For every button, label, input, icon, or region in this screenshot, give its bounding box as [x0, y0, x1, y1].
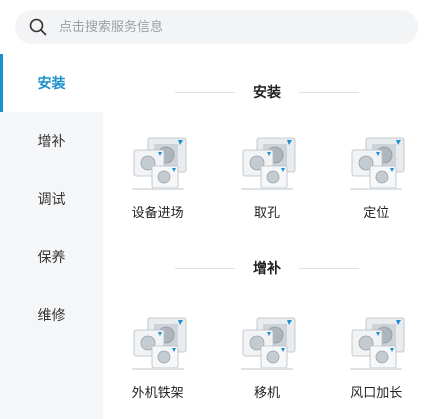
service-grid-install: 设备进场 取孔 定位: [103, 136, 431, 221]
ac-unit-icon: [240, 317, 296, 370]
divider: [299, 91, 359, 93]
ac-unit-icon: [131, 137, 187, 190]
sidebar-item-supplement[interactable]: 增补: [0, 112, 103, 170]
service-grid-supplement: 外机铁架 移机 风口加长: [103, 316, 431, 401]
sidebar-item-label: 调试: [37, 192, 66, 208]
sidebar-item-maintenance[interactable]: 保养: [0, 228, 103, 286]
sidebar-item-label: 安装: [37, 76, 66, 92]
service-item-label: 移机: [253, 386, 280, 401]
section-title-text: 增补: [253, 261, 281, 277]
search-icon: [29, 18, 47, 36]
service-item-label: 设备进场: [131, 206, 184, 221]
sidebar-item-label: 保养: [37, 250, 66, 266]
section-title-supplement: 增补: [103, 258, 431, 278]
sidebar-item-install[interactable]: 安装: [0, 54, 103, 112]
sidebar-item-debug[interactable]: 调试: [0, 170, 103, 228]
service-item-relocation[interactable]: 移机: [217, 316, 317, 401]
search-bar[interactable]: [15, 10, 418, 44]
sidebar-item-label: 维修: [37, 308, 66, 324]
sidebar-item-label: 增补: [37, 134, 66, 150]
search-header: [0, 0, 431, 54]
divider: [175, 91, 235, 93]
service-item-positioning[interactable]: 定位: [326, 136, 426, 221]
service-item-label: 风口加长: [350, 386, 403, 401]
category-sidebar: 安装 增补 调试 保养 维修: [0, 54, 103, 419]
divider: [175, 267, 235, 269]
service-item-outdoor-bracket[interactable]: 外机铁架: [108, 316, 208, 401]
service-item-label: 定位: [363, 206, 390, 221]
service-item-label: 取孔: [253, 206, 280, 221]
service-item-drilling[interactable]: 取孔: [217, 136, 317, 221]
service-item-equipment-entry[interactable]: 设备进场: [108, 136, 208, 221]
service-item-label: 外机铁架: [131, 386, 184, 401]
ac-unit-icon: [131, 317, 187, 370]
ac-unit-icon: [350, 137, 405, 190]
service-item-vent-extension[interactable]: 风口加长: [326, 316, 426, 401]
search-input[interactable]: [57, 18, 391, 36]
ac-unit-icon: [350, 317, 405, 370]
section-title-text: 安装: [253, 85, 281, 101]
section-title-install: 安装: [103, 82, 431, 102]
sidebar-item-repair[interactable]: 维修: [0, 286, 103, 344]
service-content: 安装 设备进场 取孔 定位 增补 外机铁架 移机 风口加长: [103, 54, 431, 419]
divider: [299, 267, 359, 269]
ac-unit-icon: [240, 137, 296, 190]
